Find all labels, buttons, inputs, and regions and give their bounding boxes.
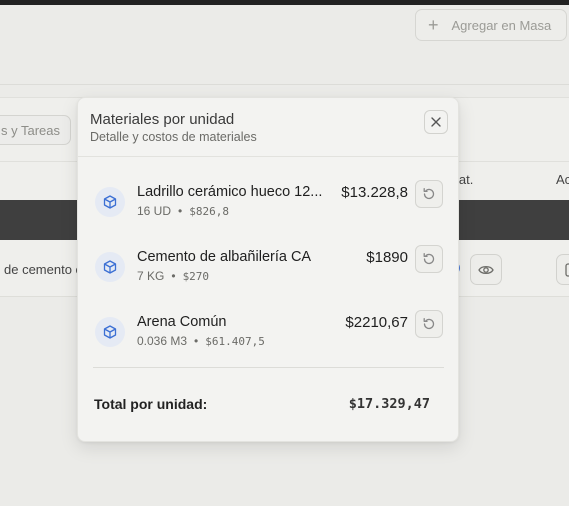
total-value: $17.329,47 — [348, 396, 430, 412]
material-qty: 0.036 M3 — [137, 334, 188, 348]
package-icon — [95, 317, 125, 347]
package-icon — [95, 187, 125, 217]
header-divider — [0, 84, 569, 85]
material-total: $1890 — [366, 249, 408, 266]
reset-button[interactable] — [415, 245, 443, 273]
reset-button[interactable] — [415, 310, 443, 338]
bulk-add-label: Agregar en Masa — [451, 17, 552, 33]
edit-button[interactable] — [556, 254, 569, 285]
plus-icon: + — [428, 15, 439, 35]
material-name: Cemento de albañilería CA — [137, 249, 312, 265]
close-button[interactable] — [424, 110, 448, 134]
material-item: Arena Común 0.036 M3 • $61.407,5 $2210,67 — [78, 310, 458, 358]
material-unit-price: $826,8 — [189, 205, 229, 218]
material-qty: 16 UD — [137, 204, 172, 218]
total-label: Total por unidad: — [94, 396, 208, 412]
material-qty: 7 KG — [137, 269, 165, 283]
column-header-actions: Ac — [556, 172, 569, 187]
material-unit-price: $270 — [182, 270, 210, 283]
material-total: $13.228,8 — [341, 184, 408, 201]
rotate-ccw-icon — [423, 317, 435, 330]
rotate-ccw-icon — [423, 187, 435, 200]
tasks-tab[interactable]: s y Tareas — [0, 115, 71, 145]
table-row-text: de cemento c — [4, 262, 83, 277]
edit-icon — [565, 262, 569, 277]
material-meta: 7 KG • $270 — [137, 269, 210, 283]
material-meta: 16 UD • $826,8 — [137, 204, 229, 218]
eye-icon — [478, 265, 494, 274]
modal-subtitle: Detalle y costos de materiales — [90, 130, 257, 144]
material-item: Cemento de albañilería CA 7 KG • $270 $189… — [78, 245, 458, 293]
rotate-ccw-icon — [423, 252, 435, 265]
reset-button[interactable] — [415, 180, 443, 208]
material-item: Ladrillo cerámico hueco 12... 16 UD • $826… — [78, 180, 458, 228]
close-icon — [431, 117, 441, 127]
package-icon — [95, 252, 125, 282]
modal-header-divider — [78, 156, 458, 157]
material-unit-price: $61.407,5 — [205, 335, 265, 348]
bulk-add-button[interactable]: + Agregar en Masa — [415, 9, 567, 41]
top-bar — [0, 0, 569, 5]
modal-title: Materiales por unidad — [90, 111, 235, 128]
view-button[interactable] — [470, 254, 502, 285]
total-divider — [93, 367, 444, 368]
materials-modal: Materiales por unidad Detalle y costos d… — [77, 97, 459, 442]
material-name: Arena Común — [137, 314, 227, 330]
material-total: $2210,67 — [345, 314, 408, 331]
material-meta: 0.036 M3 • $61.407,5 — [137, 334, 265, 348]
material-name: Ladrillo cerámico hueco 12... — [137, 184, 323, 200]
